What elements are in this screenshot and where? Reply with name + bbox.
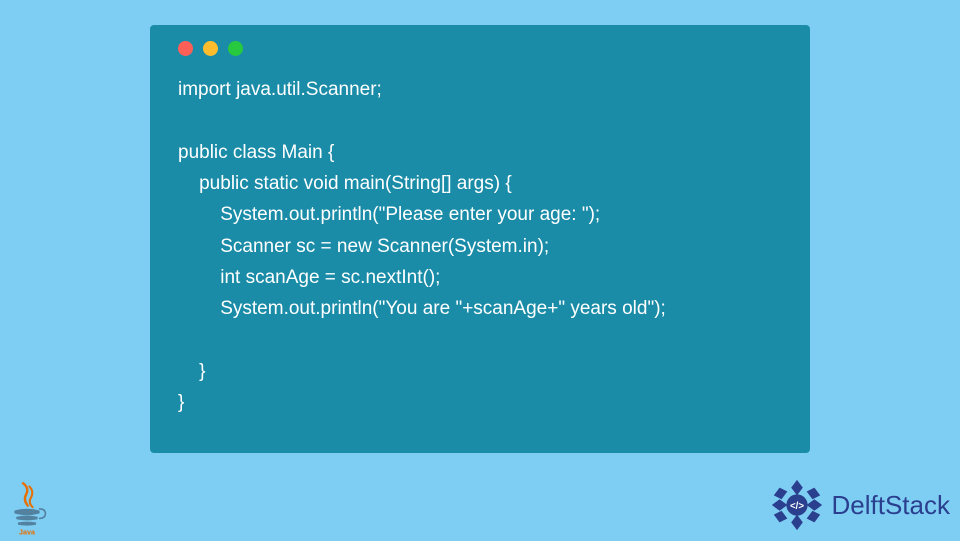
- minimize-icon: [203, 41, 218, 56]
- code-content: import java.util.Scanner; public class M…: [178, 74, 782, 419]
- window-traffic-lights: [178, 41, 782, 56]
- delftstack-logo: </> DelftStack: [768, 476, 951, 534]
- delftstack-label: DelftStack: [832, 490, 951, 521]
- svg-text:</>: </>: [790, 501, 804, 512]
- delftstack-emblem-icon: </>: [768, 476, 826, 534]
- code-window: import java.util.Scanner; public class M…: [150, 25, 810, 453]
- maximize-icon: [228, 41, 243, 56]
- java-logo: Java: [6, 480, 48, 536]
- close-icon: [178, 41, 193, 56]
- svg-text:Java: Java: [19, 527, 36, 536]
